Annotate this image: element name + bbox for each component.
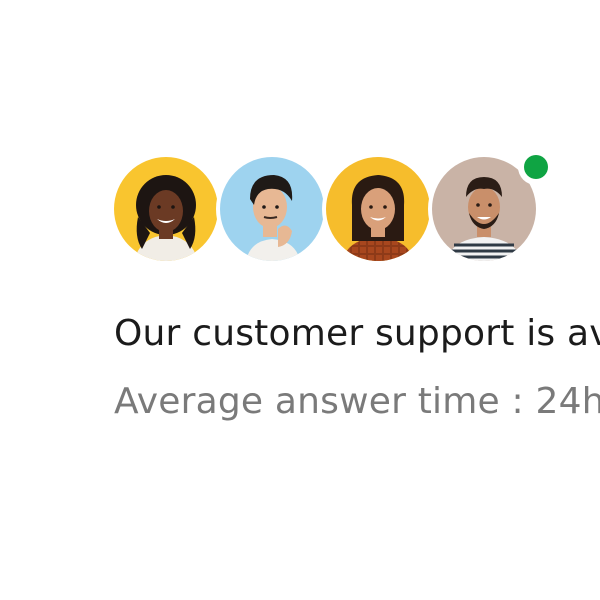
- person-icon: [114, 157, 218, 261]
- support-widget: Our customer support is available Averag…: [0, 0, 600, 600]
- avatar: [220, 157, 324, 261]
- support-team-avatars: [114, 149, 554, 265]
- avatar: [326, 157, 430, 261]
- avatar: [114, 157, 218, 261]
- support-availability-text: Our customer support is available: [114, 313, 600, 354]
- person-icon: [326, 157, 430, 261]
- person-icon: [220, 157, 324, 261]
- online-status-dot-icon: [518, 149, 554, 185]
- average-answer-time-text: Average answer time : 24h.: [114, 381, 600, 422]
